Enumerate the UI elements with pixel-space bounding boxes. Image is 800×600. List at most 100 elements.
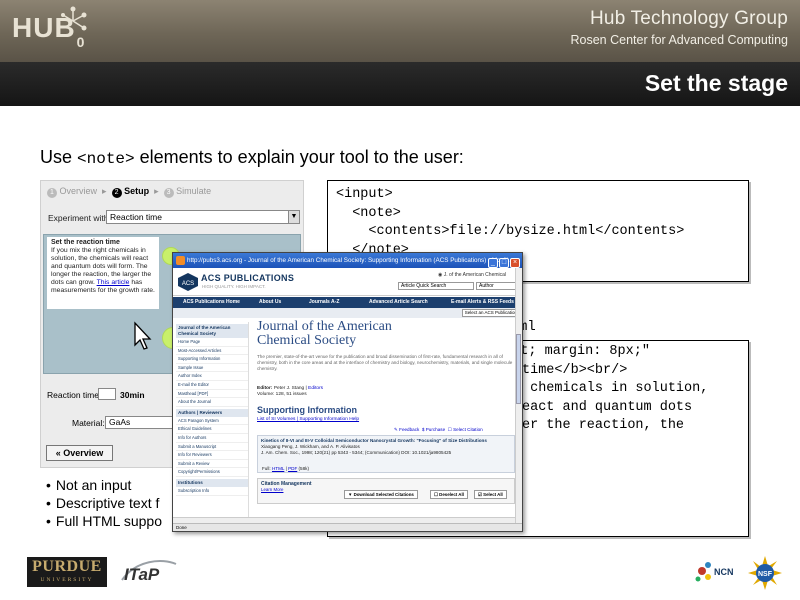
sidebar-link[interactable]: Subscription Info: [176, 487, 248, 496]
author-select[interactable]: Author: [476, 282, 516, 290]
acs-header: ACS ACS PUBLICATIONS HIGH QUALITY. HIGH …: [173, 268, 522, 296]
nav-item[interactable]: Journals A-Z: [309, 297, 339, 308]
nav-item[interactable]: About Us: [259, 297, 281, 308]
sidebar-link[interactable]: ACS Paragon System: [176, 417, 248, 426]
full-label: Full:: [262, 466, 271, 471]
bullet-item: Not an input: [46, 476, 162, 494]
nav-item[interactable]: Advanced Article Search: [369, 297, 428, 308]
code-line: <input>: [336, 187, 393, 202]
experiment-value: Reaction time: [110, 212, 162, 222]
sidebar-link[interactable]: E-mail the Editor: [176, 381, 248, 390]
org-block: Hub Technology Group Rosen Center for Ad…: [571, 8, 789, 47]
select-all-label: Select All: [483, 492, 503, 497]
maximize-icon[interactable]: □: [499, 258, 509, 268]
acs-subbar: Select an ACS Publication: [173, 308, 522, 318]
network-icon: [61, 6, 87, 31]
step1-icon: 1: [47, 188, 57, 198]
sidebar-link[interactable]: Masthead [PDF]: [176, 390, 248, 399]
intro-before: Use: [40, 147, 78, 167]
journal-name-line2: Chemical Society: [257, 333, 357, 348]
journal-editor-info: Editor: Peter J. Stang | Editors Volume:…: [257, 386, 324, 397]
sidebar-link[interactable]: Supporting Information: [176, 355, 248, 364]
sidebar-link[interactable]: Ethical Guidelines: [176, 425, 248, 434]
sidebar-link[interactable]: Info for Authors: [176, 434, 248, 443]
ncn-logo: NCN: [695, 562, 734, 582]
note-title: Set the reaction time: [51, 239, 120, 246]
reaction-time-label: Reaction time:: [47, 390, 102, 400]
note-link[interactable]: This article: [97, 279, 130, 286]
itap-logo: ITaP: [121, 560, 177, 584]
acs-logo-icon: ACS: [178, 273, 198, 291]
code-line: <note>: [336, 205, 401, 221]
sidebar-link[interactable]: Submit a Manuscript: [176, 443, 248, 452]
sidebar-heading: Journal of the American Chemical Society: [176, 324, 248, 338]
sidebar-link[interactable]: About the Journal: [176, 398, 248, 407]
acs-nav-bar: ACS Publications Home About Us Journals …: [173, 297, 522, 308]
browser-app-icon: [176, 256, 185, 265]
deselect-all-button[interactable]: ☐ Deselect All: [430, 490, 468, 499]
intro-code: <note>: [77, 150, 135, 168]
hub-logo-sub: 0: [76, 34, 86, 50]
supporting-info-title: Supporting Information: [257, 405, 357, 415]
editor-label: Editor:: [257, 386, 273, 391]
nav-item[interactable]: ACS Publications Home: [183, 297, 240, 308]
editors-link[interactable]: Editors: [308, 386, 323, 391]
select-citation-checkbox[interactable]: Select Citation: [453, 427, 483, 432]
sidebar-link[interactable]: Most-Accessed Articles: [176, 347, 248, 356]
quick-search-input[interactable]: Article Quick Search: [398, 282, 474, 290]
download-citations-button[interactable]: ▼ Download Selected Citations: [344, 490, 418, 499]
intro-after: elements to explain your tool to the use…: [134, 147, 464, 167]
slide-title: Set the stage: [644, 70, 788, 96]
sidebar-heading: Authors | Reviewers: [176, 408, 248, 417]
overview-button[interactable]: « Overview: [46, 445, 113, 461]
article-entry: Kinetics of II-VI and III-V Colloidal Se…: [257, 435, 515, 473]
dropdown-arrow-icon[interactable]: ▼: [288, 211, 299, 223]
journal-radio[interactable]: ◉ J. of the American Chemical: [438, 272, 506, 278]
download-citations-label: Download Selected Citations: [353, 492, 414, 497]
select-all-button[interactable]: ☑ Select All: [474, 490, 507, 499]
experiment-select[interactable]: Reaction time ▼: [106, 210, 300, 224]
wizard-steps: 1 Overview ▸ 2 Setup ▸ 3 Simulate: [47, 186, 211, 198]
sidebar-link[interactable]: Submit a Review: [176, 460, 248, 469]
browser-titlebar[interactable]: http://pubs3.acs.org - Journal of the Am…: [173, 253, 522, 268]
pdf-link[interactable]: PDF: [288, 466, 297, 471]
bullet-item: Descriptive text f: [46, 494, 162, 512]
si-volumes-link[interactable]: List of SI Volumes: [257, 417, 295, 422]
journal-description: The premier, state-of-the-art venue for …: [257, 354, 513, 371]
journal-name: Journal of the American Chemical Society: [257, 320, 392, 348]
reaction-time-input[interactable]: [98, 388, 116, 400]
sidebar-link[interactable]: Home Page: [176, 338, 248, 347]
si-help-link[interactable]: Supporting Information Help: [299, 417, 359, 422]
nsf-logo-text: NSF: [758, 571, 773, 578]
journal-radio-label: J. of the American Chemical: [443, 272, 507, 278]
sidebar-link[interactable]: Info for Reviewers: [176, 451, 248, 460]
nav-item[interactable]: E-mail Alerts & RSS Feeds: [451, 297, 514, 308]
purchase-link[interactable]: Purchase: [426, 427, 445, 432]
purdue-logo-text: PURDUE: [32, 558, 102, 575]
vertical-scrollbar[interactable]: [515, 268, 522, 523]
article-fulltext: Full: HTML | PDF (58k): [262, 466, 309, 471]
reaction-time-value: 30min: [120, 390, 145, 400]
step1-label[interactable]: Overview: [60, 186, 98, 196]
scroll-thumb[interactable]: [516, 334, 521, 404]
pdf-size: (58k): [298, 466, 309, 471]
org-title: Hub Technology Group: [590, 8, 788, 29]
sidebar-link[interactable]: Author Index: [176, 372, 248, 381]
browser-title: http://pubs3.acs.org - Journal of the Am…: [187, 257, 514, 264]
code-line: <contents>file://bysize.html</contents>: [336, 224, 685, 239]
org-subtitle: Rosen Center for Advanced Computing: [570, 33, 789, 47]
sidebar-heading: Institutions: [176, 478, 248, 487]
publication-select[interactable]: Select an ACS Publication: [461, 309, 520, 317]
minimize-icon[interactable]: _: [488, 258, 498, 268]
nsf-logo: NSF: [748, 556, 782, 590]
html-link[interactable]: HTML: [272, 466, 284, 471]
sidebar-link[interactable]: Copyright/Permissions: [176, 468, 248, 477]
step2-label[interactable]: Setup: [124, 186, 149, 196]
step3-label[interactable]: Simulate: [176, 186, 211, 196]
feedback-link[interactable]: Feedback: [399, 427, 419, 432]
close-icon[interactable]: ×: [510, 258, 520, 268]
sidebar-link[interactable]: Sample Issue: [176, 364, 248, 373]
bullet-list: Not an input Descriptive text f Full HTM…: [46, 476, 162, 530]
window-controls: _ □ ×: [487, 255, 520, 268]
article-reference: J. Am. Chem. Soc., 1998; 120(21) pp 5343…: [261, 450, 452, 455]
